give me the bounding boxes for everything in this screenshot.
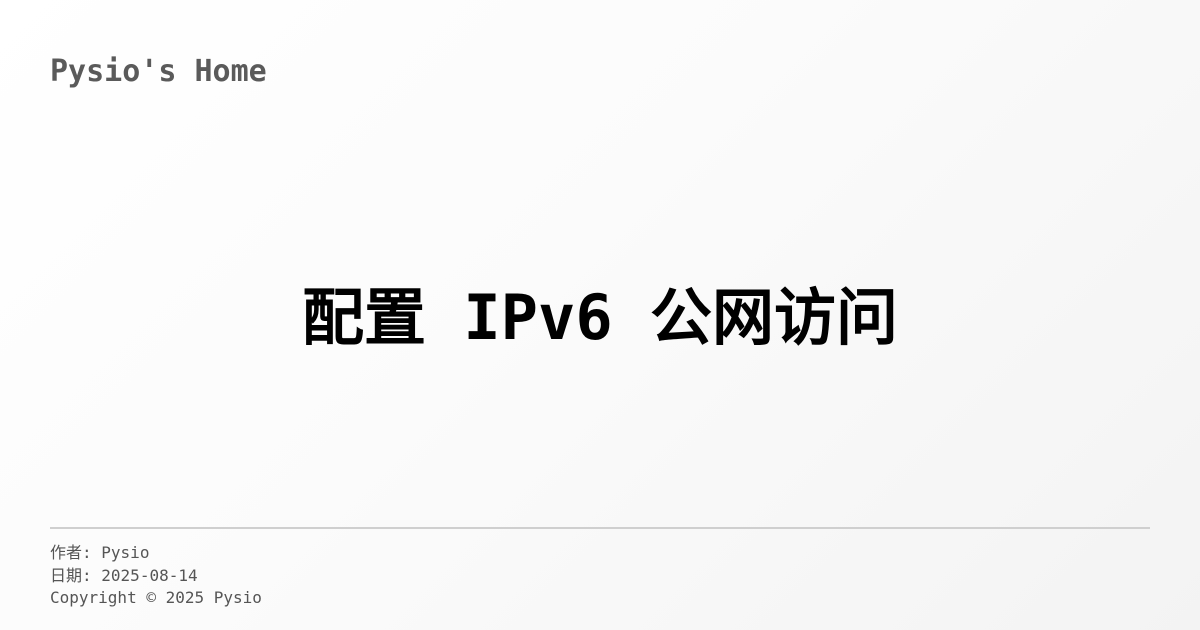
date-line: 日期: 2025-08-14 xyxy=(50,565,262,588)
footer-divider xyxy=(50,527,1150,529)
post-date: 2025-08-14 xyxy=(101,565,198,585)
author-label: 作者: xyxy=(50,543,92,562)
date-label: 日期: xyxy=(50,565,92,585)
author-name: Pysio xyxy=(101,543,150,562)
site-title: Pysio's Home xyxy=(50,54,267,89)
post-title: 配置 IPv6 公网访问 xyxy=(302,281,898,354)
copyright-text: Copyright © 2025 Pysio xyxy=(50,588,262,607)
post-meta: 作者: Pysio 日期: 2025-08-14 Copyright © 202… xyxy=(50,542,262,610)
author-line: 作者: Pysio xyxy=(50,542,262,565)
